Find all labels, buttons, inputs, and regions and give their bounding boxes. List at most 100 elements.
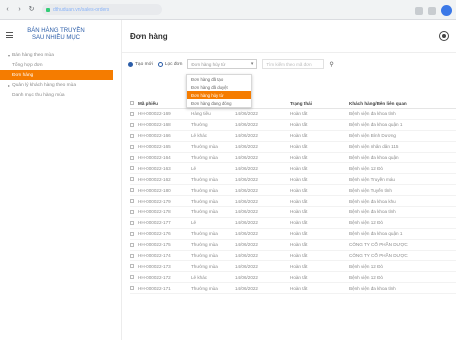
dropdown-option[interactable]: Đơn hàng đã duyệt <box>187 83 251 91</box>
row-checkbox[interactable] <box>130 220 134 225</box>
search-icon[interactable]: ⚲ <box>329 61 333 68</box>
row-checkbox[interactable] <box>130 242 134 247</box>
table-cell: 14/06/2022 <box>235 133 258 139</box>
row-checkbox[interactable] <box>130 264 134 269</box>
back-icon[interactable]: ‹ <box>3 5 12 14</box>
table-row[interactable]: HH-000022-174 Thường mùa 14/06/2022 Hoàn tấ… <box>130 251 456 262</box>
column-header[interactable]: Khách hàng/Bên liên quan <box>349 101 456 106</box>
column-header[interactable]: Mã phiếu <box>138 101 191 106</box>
table-cell: 14/06/2022 <box>235 274 258 280</box>
table-cell: Hoàn tất <box>290 231 308 237</box>
select-all-checkbox[interactable] <box>130 101 134 105</box>
row-checkbox[interactable] <box>130 166 134 171</box>
table-cell: HH-000022-173 <box>138 263 171 269</box>
table-row[interactable]: HH-000022-171 Thường mùa 14/06/2022 Hoàn tấ… <box>130 283 456 295</box>
table-cell: 14/06/2022 <box>235 155 258 160</box>
row-checkbox[interactable] <box>130 133 134 138</box>
sidebar-item-orders[interactable]: Đơn hàng <box>0 70 113 80</box>
gear-icon[interactable] <box>440 32 448 40</box>
row-checkbox[interactable] <box>130 199 134 204</box>
profile-avatar[interactable] <box>441 5 452 16</box>
reload-icon[interactable]: ↻ <box>27 5 36 14</box>
url-text: dthuduan.vn/sales-orders <box>53 6 110 13</box>
row-checkbox[interactable] <box>130 122 134 127</box>
table-cell: Lẻ <box>191 165 197 171</box>
row-checkbox[interactable] <box>130 275 134 280</box>
table-cell: Bệnh viện 12 Đỏ <box>349 263 383 269</box>
table-row[interactable]: HH-000022-166 Lẻ khác 14/06/2022 Hoàn tất Bệ… <box>130 131 456 142</box>
table-cell: Hàng tiêu <box>191 111 211 117</box>
table-cell: HH-000022-169 <box>138 111 171 117</box>
dropdown-option[interactable]: Đơn hàng đã tạo <box>187 75 251 83</box>
sidebar-item-order-summary[interactable]: Tổng hợp đơn <box>0 60 121 70</box>
sidebar-item-catalog[interactable]: Danh mục thu hàng mùa <box>0 90 121 100</box>
table-cell: Thường mùa <box>191 144 218 150</box>
table-cell: 14/06/2022 <box>235 144 258 150</box>
table-cell: Thường mùa <box>191 231 218 237</box>
page-title: Đơn hàng <box>130 31 168 41</box>
table-cell: HH-000022-177 <box>138 220 171 226</box>
table-cell: HH-000022-162 <box>138 176 171 182</box>
table-row[interactable]: HH-000022-175 Thường mùa 14/06/2022 Hoàn tấ… <box>130 240 456 251</box>
table-cell: Thường mùa <box>191 155 218 160</box>
table-cell: Hoàn tất <box>290 263 308 269</box>
table-cell: 14/06/2022 <box>235 187 258 193</box>
table-row[interactable]: HH-000022-169 Hàng tiêu 14/06/2022 Hoàn tất… <box>130 109 456 120</box>
dropdown-option[interactable]: Đơn hàng đang đóng <box>187 99 251 107</box>
extension-icon[interactable] <box>428 6 436 15</box>
table-cell: HH-000022-180 <box>138 187 171 193</box>
table-row[interactable]: HH-000022-162 Thường mùa 14/06/2022 Hoàn tấ… <box>130 174 456 186</box>
search-input[interactable]: Tìm kiếm theo mã đơn <box>262 59 325 69</box>
table-cell: Hoàn tất <box>290 122 308 128</box>
row-checkbox[interactable] <box>130 231 134 236</box>
row-checkbox[interactable] <box>130 286 134 291</box>
table-row[interactable]: HH-000022-177 Lẻ 14/06/2022 Hoàn tất Bệnh vi… <box>130 218 456 229</box>
table-cell: Bệnh viện 12 Đỏ <box>349 274 383 280</box>
table-row[interactable]: HH-000022-164 Thường mùa 14/06/2022 Hoàn tấ… <box>130 153 456 164</box>
table-cell: HH-000022-166 <box>138 133 171 139</box>
sidebar-item-customers[interactable]: ▸ Quản lý khách hàng theo mùa <box>0 80 121 90</box>
row-checkbox[interactable] <box>130 144 134 149</box>
table-cell: Thường mùa <box>191 285 218 291</box>
table-row[interactable]: HH-000022-165 Thường mùa 14/06/2022 Hoàn tấ… <box>130 142 456 153</box>
column-header[interactable]: Trạng thái <box>290 101 349 106</box>
table-row[interactable]: HH-000022-172 Lẻ khác 14/06/2022 Hoàn tất Bệ… <box>130 272 456 284</box>
address-bar[interactable]: dthuduan.vn/sales-orders <box>42 4 162 15</box>
chevron-right-icon: ▸ <box>8 82 11 88</box>
menu-icon[interactable] <box>6 32 13 38</box>
dropdown-option-selected[interactable]: Đơn hàng hủy từ <box>187 91 251 99</box>
table-row[interactable]: HH-000022-163 Lẻ 14/06/2022 Hoàn tất Bệnh vi… <box>130 163 456 175</box>
table-row[interactable]: HH-000022-176 Thường mùa 14/06/2022 Hoàn tấ… <box>130 229 456 240</box>
row-checkbox[interactable] <box>130 111 134 116</box>
filter-button[interactable]: Lọc đơn <box>157 61 183 67</box>
table-row[interactable]: HH-000022-179 Thường mùa 14/06/2022 Hoàn tấ… <box>130 196 456 208</box>
row-checkbox[interactable] <box>130 155 134 160</box>
filter-button-label: Lọc đơn <box>164 61 183 67</box>
table-row[interactable]: HH-000022-178 Thường mùa 14/06/2022 Hoàn tấ… <box>130 207 456 218</box>
table-cell: Bệnh viện đa khoa quận <box>349 155 399 160</box>
orders-table: Mã phiếu Loại Ngày Trạng thái Khách hàng… <box>130 98 456 295</box>
table-cell: HH-000022-172 <box>138 274 171 280</box>
new-button[interactable]: Tạo mới <box>128 61 153 67</box>
table-cell: HH-000022-171 <box>138 285 171 291</box>
main-content: Đơn hàng Tạo mới Lọc đơn Đơn hàng hủy từ… <box>122 20 456 340</box>
table-cell: Hoàn tất <box>290 144 308 150</box>
row-checkbox[interactable] <box>130 188 134 193</box>
table-cell: 14/06/2022 <box>235 263 258 269</box>
chevron-down-icon: ▾ <box>8 52 11 58</box>
table-row[interactable]: HH-000022-173 Thường mùa 14/06/2022 Hoàn tấ… <box>130 261 456 273</box>
status-filter-select[interactable]: Đơn hàng hủy từ ▾ <box>187 59 258 69</box>
table-cell: HH-000022-175 <box>138 242 171 248</box>
row-checkbox[interactable] <box>130 177 134 182</box>
row-checkbox[interactable] <box>130 253 134 258</box>
sidebar-item-seasonal-sales[interactable]: ▾ Bán hàng theo mùa <box>0 50 121 60</box>
table-row[interactable]: HH-000022-168 Thường 14/06/2022 Hoàn tất Bện… <box>130 120 456 131</box>
table-cell: Thường mùa <box>191 209 218 215</box>
star-icon[interactable] <box>415 6 423 15</box>
table-cell: HH-000022-164 <box>138 155 171 160</box>
table-row[interactable]: HH-000022-180 Thường mùa 14/06/2022 Hoàn tấ… <box>130 185 456 197</box>
table-cell: Bệnh viện 12 Đỏ <box>349 220 383 226</box>
row-checkbox[interactable] <box>130 209 134 214</box>
forward-icon[interactable]: › <box>15 5 24 14</box>
table-cell: HH-000022-174 <box>138 253 171 259</box>
